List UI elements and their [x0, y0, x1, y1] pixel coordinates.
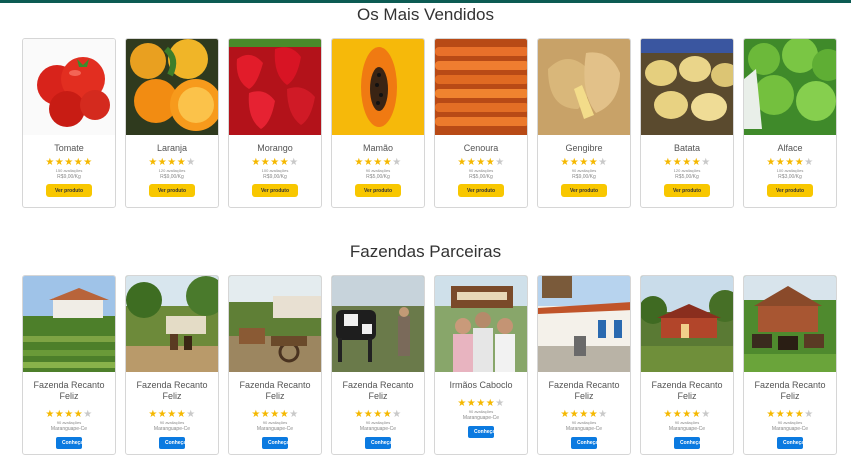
farm-name: Fazenda Recanto Feliz — [548, 380, 620, 401]
rating-stars: ★★★★★ — [560, 157, 608, 168]
farm-name: Fazenda Recanto Feliz — [651, 380, 723, 401]
product-card[interactable]: Morango ★★★★★ 100 avaliações R$9,00/Kg V… — [228, 38, 322, 208]
product-image — [229, 39, 321, 135]
best-sellers-title: Os Mais Vendidos — [356, 5, 494, 24]
product-image — [332, 39, 424, 135]
visit-farm-button[interactable]: Conheça — [365, 437, 392, 449]
farm-name: Fazenda Recanto Feliz — [33, 380, 105, 401]
product-name: Tomate — [54, 143, 84, 153]
product-name: Batata — [673, 143, 701, 153]
product-card[interactable]: Alface ★★★★★ 100 avaliações R$3,00/Kg Ve… — [743, 38, 837, 208]
product-image — [23, 39, 115, 135]
rating-stars: ★★★★★ — [766, 409, 814, 420]
farm-image — [126, 276, 218, 372]
rating-stars: ★★★★★ — [663, 409, 711, 420]
rating-stars: ★★★★★ — [148, 157, 196, 168]
view-product-button[interactable]: Ver produto — [664, 184, 710, 197]
rating-stars: ★★★★★ — [457, 398, 505, 409]
rating-stars: ★★★★★ — [251, 157, 299, 168]
visit-farm-button[interactable]: Conheça — [674, 437, 701, 449]
farms-row: Fazenda Recanto Feliz ★★★★★ 90 avaliaçõe… — [22, 275, 837, 455]
farm-name: Irmãos Caboclo — [449, 380, 513, 390]
farm-card[interactable]: Fazenda Recanto Feliz ★★★★★ 90 avaliaçõe… — [125, 275, 219, 455]
product-card[interactable]: Mamão ★★★★★ 90 avaliações R$5,00/Kg Ver … — [331, 38, 425, 208]
farm-card[interactable]: Fazenda Recanto Feliz ★★★★★ 90 avaliaçõe… — [537, 275, 631, 455]
farm-card[interactable]: Fazenda Recanto Feliz ★★★★★ 90 avaliaçõe… — [22, 275, 116, 455]
farm-card[interactable]: Fazenda Recanto Feliz ★★★★★ 90 avaliaçõe… — [743, 275, 837, 455]
farm-image — [229, 276, 321, 372]
product-card[interactable]: Batata ★★★★★ 120 avaliações R$5,00/Kg Ve… — [640, 38, 734, 208]
farm-image — [435, 276, 527, 372]
product-image — [435, 39, 527, 135]
visit-farm-button[interactable]: Conheça — [571, 437, 598, 449]
rating-stars: ★★★★★ — [148, 409, 196, 420]
visit-farm-button[interactable]: Conheça — [262, 437, 289, 449]
rating-stars: ★★★★★ — [354, 409, 402, 420]
rating-stars: ★★★★★ — [251, 409, 299, 420]
rating-stars: ★★★★★ — [457, 157, 505, 168]
partner-farms-title: Fazendas Parceiras — [349, 242, 502, 261]
visit-farm-button[interactable]: Conheça — [56, 437, 83, 449]
farm-name: Fazenda Recanto Feliz — [754, 380, 826, 401]
view-product-button[interactable]: Ver produto — [458, 184, 504, 197]
rating-stars: ★★★★★ — [354, 157, 402, 168]
product-card[interactable]: Tomate ★★★★★ 150 avaliações R$9,00/Kg Ve… — [22, 38, 116, 208]
product-name: Mamão — [362, 143, 393, 153]
view-product-button[interactable]: Ver produto — [767, 184, 813, 197]
rating-stars: ★★★★★ — [45, 409, 93, 420]
rating-stars: ★★★★★ — [560, 409, 608, 420]
farm-image — [641, 276, 733, 372]
rating-stars: ★★★★★ — [45, 157, 93, 168]
visit-farm-button[interactable]: Conheça — [159, 437, 186, 449]
top-accent-bar — [0, 0, 851, 3]
visit-farm-button[interactable]: Conheça — [468, 426, 495, 438]
product-name: Gengibre — [565, 143, 603, 153]
farm-image — [538, 276, 630, 372]
view-product-button[interactable]: Ver produto — [355, 184, 401, 197]
product-image — [538, 39, 630, 135]
product-card[interactable]: Gengibre ★★★★★ 90 avaliações R$9,00/Kg V… — [537, 38, 631, 208]
product-image — [744, 39, 836, 135]
farm-card[interactable]: Fazenda Recanto Feliz ★★★★★ 90 avaliaçõe… — [228, 275, 322, 455]
visit-farm-button[interactable]: Conheça — [777, 437, 804, 449]
product-name: Cenoura — [463, 143, 499, 153]
view-product-button[interactable]: Ver produto — [149, 184, 195, 197]
view-product-button[interactable]: Ver produto — [252, 184, 298, 197]
view-product-button[interactable]: Ver produto — [561, 184, 607, 197]
product-name: Morango — [257, 143, 293, 153]
product-name: Alface — [777, 143, 803, 153]
product-image — [126, 39, 218, 135]
rating-stars: ★★★★★ — [663, 157, 711, 168]
farm-name: Fazenda Recanto Feliz — [239, 380, 311, 401]
product-card[interactable]: Cenoura ★★★★★ 90 avaliações R$5,00/Kg Ve… — [434, 38, 528, 208]
farm-name: Fazenda Recanto Feliz — [136, 380, 208, 401]
farm-card[interactable]: Fazenda Recanto Feliz ★★★★★ 90 avaliaçõe… — [640, 275, 734, 455]
farm-name: Fazenda Recanto Feliz — [342, 380, 414, 401]
farm-card[interactable]: Fazenda Recanto Feliz ★★★★★ 90 avaliaçõe… — [331, 275, 425, 455]
farm-card[interactable]: Irmãos Caboclo ★★★★★ 90 avaliações Maran… — [434, 275, 528, 455]
product-image — [641, 39, 733, 135]
product-card[interactable]: Laranja ★★★★★ 120 avaliações R$9,00/Kg V… — [125, 38, 219, 208]
farm-image — [23, 276, 115, 372]
rating-stars: ★★★★★ — [766, 157, 814, 168]
products-row: Tomate ★★★★★ 150 avaliações R$9,00/Kg Ve… — [22, 38, 837, 208]
farm-image — [332, 276, 424, 372]
product-name: Laranja — [156, 143, 188, 153]
farm-image — [744, 276, 836, 372]
view-product-button[interactable]: Ver produto — [46, 184, 92, 197]
